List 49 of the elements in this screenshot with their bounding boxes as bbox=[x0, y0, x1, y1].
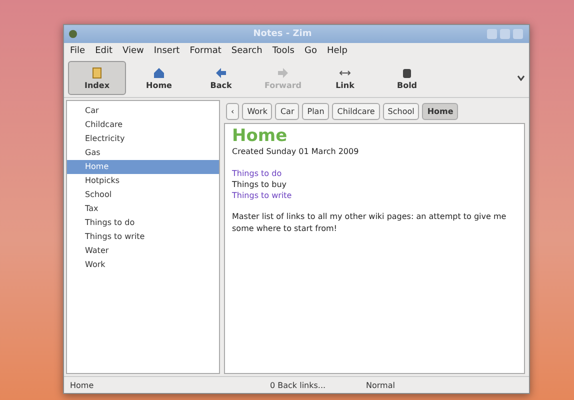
chevron-down-icon[interactable] bbox=[517, 75, 525, 81]
back-arrow-icon bbox=[215, 66, 227, 78]
status-page: Home bbox=[70, 380, 95, 390]
page-title: Home bbox=[232, 126, 288, 146]
menu-item[interactable]: Tools bbox=[272, 46, 294, 56]
status-backlinks[interactable]: 0 Back links... bbox=[270, 380, 366, 390]
toolbar-button[interactable]: Back bbox=[192, 61, 250, 95]
status-style: Normal bbox=[366, 380, 396, 390]
index-item[interactable]: Things to write bbox=[67, 230, 219, 244]
home-icon bbox=[153, 66, 165, 78]
menu-item[interactable]: Help bbox=[326, 46, 348, 56]
path-button[interactable]: Childcare bbox=[332, 103, 380, 120]
forward-arrow-icon bbox=[277, 66, 289, 78]
index-item[interactable]: Electricity bbox=[67, 132, 219, 146]
path-back-button[interactable]: ‹ bbox=[226, 103, 240, 120]
page-link[interactable]: Things to do bbox=[232, 168, 517, 179]
path-button[interactable]: Home bbox=[422, 103, 458, 120]
menu-item[interactable]: View bbox=[122, 46, 144, 56]
toolbar-button[interactable]: Index bbox=[68, 61, 126, 95]
index-item[interactable]: Tax bbox=[67, 202, 219, 216]
app-logo-icon bbox=[68, 29, 78, 39]
menu-item[interactable]: Search bbox=[231, 46, 262, 56]
menu-item[interactable]: Go bbox=[304, 46, 317, 56]
menu-item[interactable]: Edit bbox=[95, 46, 112, 56]
index-item[interactable]: Water bbox=[67, 244, 219, 258]
index-item[interactable]: Hotpicks bbox=[67, 174, 219, 188]
path-button[interactable]: Work bbox=[242, 103, 272, 120]
menu-item[interactable]: File bbox=[70, 46, 86, 56]
index-item[interactable]: Car bbox=[67, 104, 219, 118]
page-paragraph: Master list of links to all my other wiki pages: an attempt to give me some where to start from! bbox=[232, 211, 508, 235]
notebook-icon bbox=[91, 66, 103, 78]
menu-item[interactable]: Format bbox=[190, 46, 222, 56]
path-button[interactable]: School bbox=[382, 103, 420, 120]
toolbar-button[interactable]: Link bbox=[316, 61, 374, 95]
index-item[interactable]: School bbox=[67, 188, 219, 202]
toolbar-button[interactable]: Bold bbox=[378, 61, 436, 95]
index-item[interactable]: Gas bbox=[67, 146, 219, 160]
index-item[interactable]: Work bbox=[67, 258, 219, 272]
page-editor[interactable]: Home Created Sunday 01 March 2009 Things to do Things to buy Things to write Master list of links to all my other wiki pages: an attempt to give me some where to start from! bbox=[224, 123, 525, 374]
window-title: Notes - Zim bbox=[252, 29, 313, 39]
path-button[interactable]: Car bbox=[275, 103, 300, 120]
index-item[interactable]: Things to do bbox=[67, 216, 219, 230]
created-date: Created Sunday 01 March 2009 bbox=[232, 146, 360, 157]
path-button[interactable]: Plan bbox=[302, 103, 330, 120]
index-item[interactable]: Childcare bbox=[67, 118, 219, 132]
page-link[interactable]: Things to write bbox=[232, 190, 517, 201]
page-text: Things to buy bbox=[232, 179, 288, 190]
toolbar-button[interactable]: Home bbox=[130, 61, 188, 95]
menu-item[interactable]: Insert bbox=[154, 46, 180, 56]
